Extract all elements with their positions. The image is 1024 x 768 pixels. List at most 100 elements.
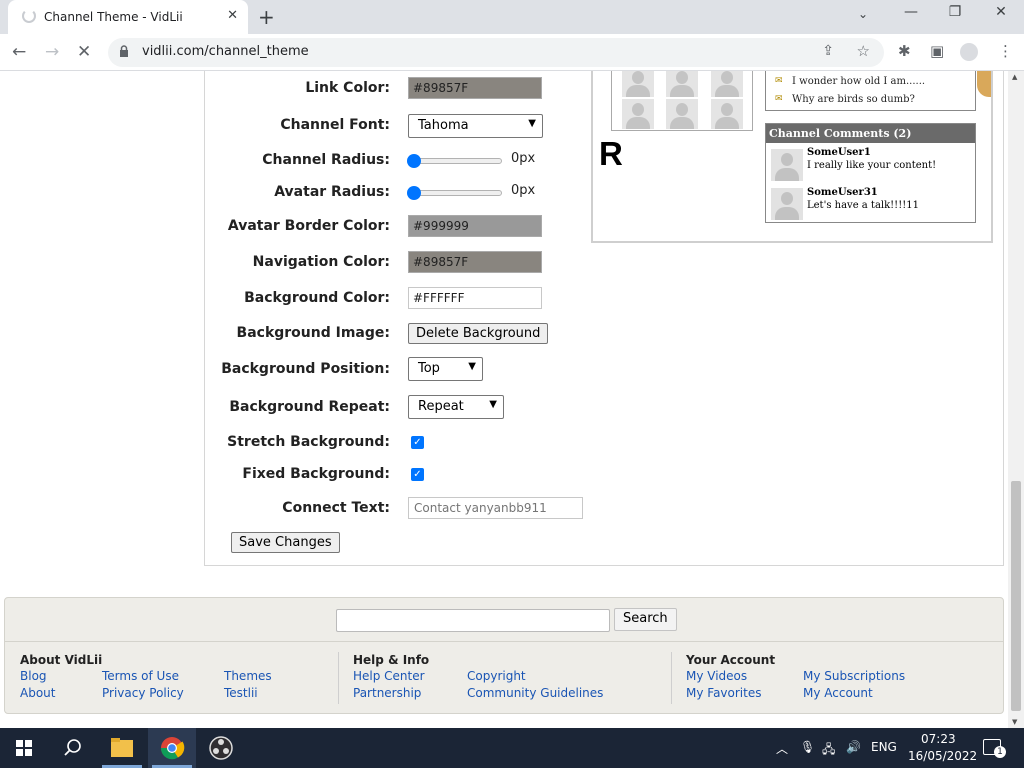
commenter-avatar bbox=[771, 149, 803, 181]
file-explorer-icon[interactable] bbox=[98, 728, 146, 768]
tab-search-chevron-icon[interactable]: ⌄ bbox=[848, 7, 878, 21]
restore-icon[interactable]: ❐ bbox=[940, 4, 970, 20]
network-icon[interactable]: 🖧 bbox=[822, 740, 835, 761]
comment-text: Let's have a talk!!!!11 bbox=[807, 200, 919, 211]
background-repeat-select[interactable]: Repeat ▼ bbox=[408, 395, 504, 419]
back-icon[interactable]: ← bbox=[12, 42, 26, 62]
avatar-radius-slider[interactable] bbox=[407, 186, 502, 200]
friends-box bbox=[611, 71, 753, 131]
footer-link-my-favorites[interactable]: My Favorites bbox=[686, 686, 761, 700]
obs-icon[interactable] bbox=[197, 728, 245, 768]
stretch-background-label: Stretch Background: bbox=[227, 434, 390, 450]
url-text: vidlii.com/channel_theme bbox=[142, 44, 309, 59]
window-close-icon[interactable]: ✕ bbox=[986, 4, 1016, 20]
profile-avatar-icon[interactable] bbox=[960, 43, 978, 61]
menu-kebab-icon[interactable]: ⋮ bbox=[998, 42, 1013, 60]
background-color-input[interactable]: #FFFFFF bbox=[408, 287, 542, 309]
navigation-color-input[interactable]: #89857F bbox=[408, 251, 542, 273]
delete-background-button[interactable]: Delete Background bbox=[408, 323, 549, 344]
footer-search-input[interactable] bbox=[336, 609, 610, 632]
language-indicator[interactable]: ENG bbox=[871, 740, 897, 754]
side-panel-icon[interactable]: ▣ bbox=[930, 42, 944, 60]
forward-icon[interactable]: → bbox=[45, 42, 59, 62]
link-color-input[interactable]: #89857F bbox=[408, 77, 542, 99]
page-scrollbar[interactable]: ▲ ▼ bbox=[1008, 71, 1024, 728]
footer-link-help-center[interactable]: Help Center bbox=[353, 669, 425, 683]
friend-avatar bbox=[711, 71, 743, 97]
bookmark-star-icon[interactable]: ☆ bbox=[857, 42, 870, 60]
footer-link-themes[interactable]: Themes bbox=[224, 669, 272, 683]
chrome-icon[interactable] bbox=[148, 728, 196, 768]
navigation-color-label: Navigation Color: bbox=[252, 254, 390, 270]
footer-link-my-account[interactable]: My Account bbox=[803, 686, 873, 700]
avatar-radius-value: 0px bbox=[511, 183, 536, 198]
tray-chevron-icon[interactable]: ︿ bbox=[776, 740, 788, 757]
channel-font-select[interactable]: Tahoma ▼ bbox=[408, 114, 543, 138]
channel-radius-value: 0px bbox=[511, 151, 536, 166]
comment-user: SomeUser31 bbox=[807, 187, 878, 198]
footer-link-my-videos[interactable]: My Videos bbox=[686, 669, 747, 683]
comment-text: I really like your content! bbox=[807, 160, 937, 171]
slider-handle[interactable] bbox=[407, 154, 421, 168]
background-position-label: Background Position: bbox=[221, 361, 390, 377]
footer-link-my-subscriptions[interactable]: My Subscriptions bbox=[803, 669, 905, 683]
footer-link-about[interactable]: About bbox=[20, 686, 55, 700]
tab-close-icon[interactable]: ✕ bbox=[227, 8, 238, 23]
clock-time[interactable]: 07:23 bbox=[921, 732, 956, 746]
share-icon[interactable]: ⇪ bbox=[822, 43, 834, 59]
footer-section-title: Your Account bbox=[686, 653, 776, 667]
stretch-background-checkbox[interactable]: ✓ bbox=[411, 436, 424, 449]
scrollbar-thumb[interactable] bbox=[1011, 481, 1021, 711]
background-color-label: Background Color: bbox=[244, 290, 390, 306]
slider-handle[interactable] bbox=[407, 186, 421, 200]
bulletin-item: Why are birds so dumb? bbox=[792, 94, 915, 105]
channel-radius-slider[interactable] bbox=[407, 154, 502, 168]
stop-icon[interactable]: ✕ bbox=[77, 42, 91, 62]
comment-user: SomeUser1 bbox=[807, 147, 871, 158]
footer-separator bbox=[338, 652, 339, 704]
avatar-radius-label: Avatar Radius: bbox=[274, 184, 390, 200]
background-repeat-label: Background Repeat: bbox=[229, 399, 390, 415]
bulletins-box: ✉ I wonder how old I am...... ✉ Why are … bbox=[765, 71, 976, 111]
footer-link-partnership[interactable]: Partnership bbox=[353, 686, 421, 700]
loading-spinner-icon bbox=[22, 9, 36, 23]
search-icon[interactable] bbox=[48, 728, 96, 768]
avatar-border-color-input[interactable]: #999999 bbox=[408, 215, 542, 237]
new-tab-icon[interactable]: + bbox=[258, 5, 275, 29]
avatar-border-color-label: Avatar Border Color: bbox=[227, 218, 390, 234]
footer-link-blog[interactable]: Blog bbox=[20, 669, 47, 683]
browser-tab[interactable]: Channel Theme - VidLii ✕ bbox=[8, 0, 248, 34]
fixed-background-checkbox[interactable]: ✓ bbox=[411, 468, 424, 481]
channel-font-label: Channel Font: bbox=[280, 117, 390, 133]
friend-avatar bbox=[622, 71, 654, 97]
clock-date[interactable]: 16/05/2022 bbox=[908, 749, 977, 763]
extensions-icon[interactable]: ✱ bbox=[898, 42, 911, 60]
chevron-down-icon: ▼ bbox=[468, 361, 476, 372]
chevron-down-icon: ▼ bbox=[489, 399, 497, 410]
commenter-avatar bbox=[771, 188, 803, 220]
scroll-down-arrow-icon[interactable]: ▼ bbox=[1012, 718, 1017, 726]
background-repeat-value: Repeat bbox=[418, 399, 464, 414]
footer-link-community-guidelines[interactable]: Community Guidelines bbox=[467, 686, 603, 700]
scroll-up-arrow-icon[interactable]: ▲ bbox=[1012, 73, 1017, 81]
background-position-select[interactable]: Top ▼ bbox=[408, 357, 483, 381]
windows-start-icon[interactable] bbox=[0, 728, 48, 768]
footer-search-button[interactable]: Search bbox=[614, 608, 677, 631]
channel-font-value: Tahoma bbox=[418, 118, 469, 133]
footer-link-testlii[interactable]: Testlii bbox=[224, 686, 258, 700]
minimize-icon[interactable]: — bbox=[896, 4, 926, 20]
page-content: Link Color: #89857F Channel Font: Tahoma… bbox=[0, 71, 1008, 728]
save-changes-button[interactable]: Save Changes bbox=[231, 532, 340, 553]
tab-title: Channel Theme - VidLii bbox=[44, 10, 183, 24]
address-bar[interactable]: vidlii.com/channel_theme ⇪ ☆ bbox=[108, 38, 884, 67]
footer-link-copyright[interactable]: Copyright bbox=[467, 669, 526, 683]
footer-section-title: Help & Info bbox=[353, 653, 430, 667]
microphone-icon[interactable]: 🎙 bbox=[800, 740, 815, 754]
volume-icon[interactable]: 🔊 bbox=[846, 740, 861, 754]
connect-text-input[interactable]: Contact yanyanbb911 bbox=[408, 497, 583, 519]
windows-taskbar: ︿ 🎙 🖧 🔊 ENG 07:23 16/05/2022 1 bbox=[0, 728, 1024, 768]
footer-separator bbox=[671, 652, 672, 704]
footer-link-terms[interactable]: Terms of Use bbox=[102, 669, 179, 683]
decorative-graphic bbox=[977, 71, 991, 97]
footer-link-privacy[interactable]: Privacy Policy bbox=[102, 686, 184, 700]
